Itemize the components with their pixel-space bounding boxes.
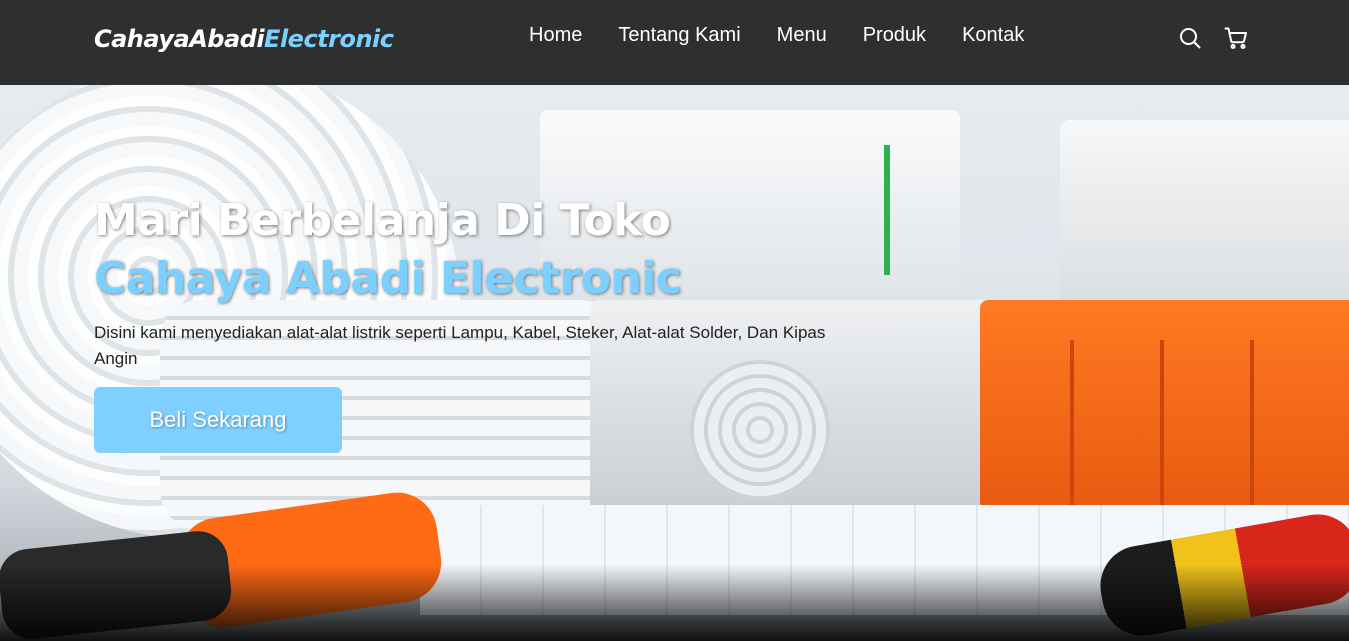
search-icon[interactable] (1178, 26, 1202, 50)
brand-name-part1: CahayaAbadi (94, 25, 265, 53)
nav-links: Home Tentang Kami Menu Produk Kontak (529, 24, 1024, 47)
nav-icons (1178, 26, 1248, 50)
hero-title-line1: Mari Berbelanja Di Toko (94, 195, 671, 246)
nav-link-contact[interactable]: Kontak (962, 24, 1024, 47)
navbar: CahayaAbadiElectronic Home Tentang Kami … (0, 0, 1349, 85)
hero-description: Disini kami menyediakan alat-alat listri… (94, 323, 826, 368)
nav-link-home[interactable]: Home (529, 24, 582, 47)
cart-icon[interactable] (1224, 26, 1248, 50)
buy-now-button[interactable]: Beli Sekarang (94, 387, 342, 453)
brand-name-part2: Electronic (264, 25, 394, 53)
nav-link-menu[interactable]: Menu (777, 24, 827, 47)
hero-content: Mari Berbelanja Di Toko Cahaya Abadi Ele… (94, 192, 874, 372)
nav-link-products[interactable]: Produk (863, 24, 926, 47)
hero-title: Mari Berbelanja Di Toko Cahaya Abadi Ele… (94, 192, 874, 308)
hero-title-line2: Cahaya Abadi Electronic (94, 253, 682, 304)
brand-logo[interactable]: CahayaAbadiElectronic (94, 25, 394, 53)
hero-section: Mari Berbelanja Di Toko Cahaya Abadi Ele… (0, 0, 1349, 641)
nav-link-about[interactable]: Tentang Kami (618, 24, 740, 47)
